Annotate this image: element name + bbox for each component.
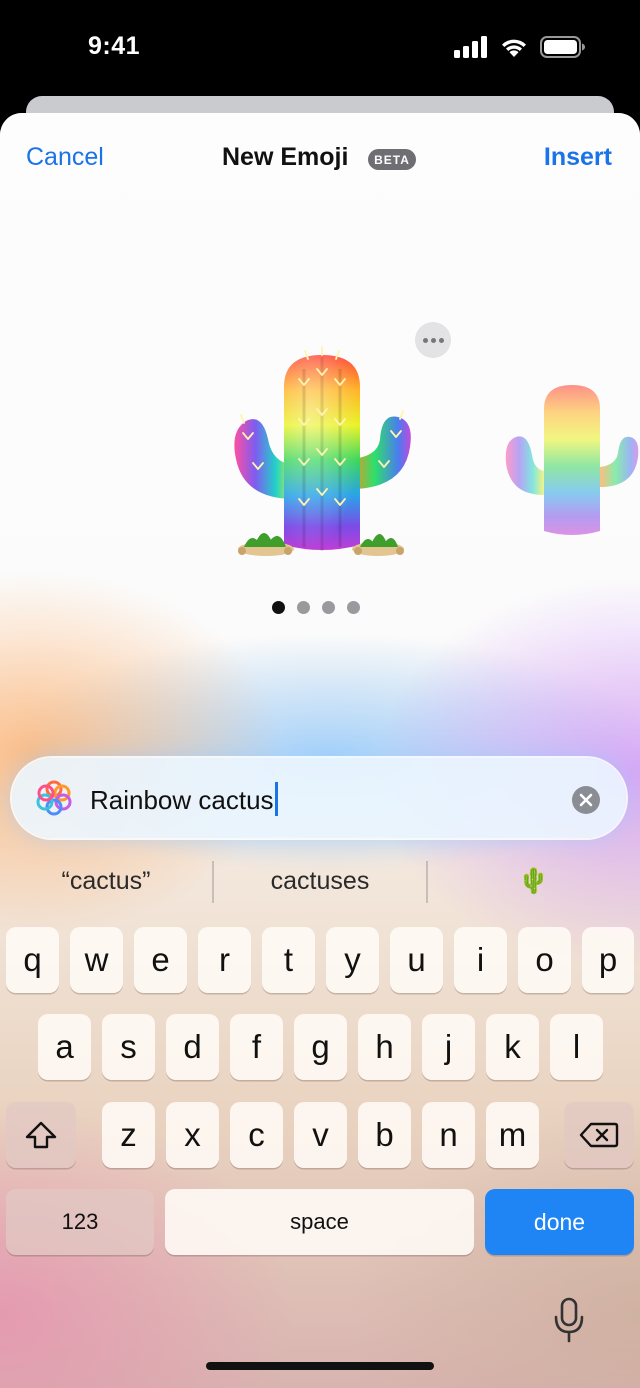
wifi-icon <box>502 39 526 57</box>
page-dot-2[interactable] <box>297 601 310 614</box>
backspace-icon <box>579 1122 619 1148</box>
battery-icon <box>540 36 585 58</box>
status-time: 9:41 <box>88 32 141 60</box>
key-g[interactable]: g <box>294 1014 347 1080</box>
close-icon <box>579 793 593 807</box>
key-k[interactable]: k <box>486 1014 539 1080</box>
key-r[interactable]: r <box>198 927 251 993</box>
shift-key[interactable] <box>6 1102 76 1168</box>
input-value: Rainbow cactus <box>90 782 278 816</box>
key-x[interactable]: x <box>166 1102 219 1168</box>
key-z[interactable]: z <box>102 1102 155 1168</box>
suggestion-2[interactable]: cactuses <box>214 861 426 903</box>
key-d[interactable]: d <box>166 1014 219 1080</box>
page-dot-4[interactable] <box>347 601 360 614</box>
key-e[interactable]: e <box>134 927 187 993</box>
key-n[interactable]: n <box>422 1102 475 1168</box>
key-y[interactable]: y <box>326 927 379 993</box>
key-u[interactable]: u <box>390 927 443 993</box>
clear-text-button[interactable] <box>572 786 600 814</box>
key-i[interactable]: i <box>454 927 507 993</box>
key-v[interactable]: v <box>294 1102 347 1168</box>
cellular-signal-icon <box>454 36 487 58</box>
emoji-description-input[interactable]: Rainbow cactus <box>12 758 626 838</box>
new-emoji-sheet: Cancel New Emoji BETA Insert Rainbow cac… <box>0 113 640 1388</box>
key-o[interactable]: o <box>518 927 571 993</box>
status-icons <box>454 36 586 58</box>
key-p[interactable]: p <box>582 927 634 993</box>
done-key[interactable]: done <box>485 1189 634 1255</box>
key-f[interactable]: f <box>230 1014 283 1080</box>
suggestion-3-emoji[interactable]: 🌵 <box>428 861 640 903</box>
sheet-title: New Emoji <box>222 143 349 171</box>
key-q[interactable]: q <box>6 927 59 993</box>
space-key[interactable]: space <box>165 1189 474 1255</box>
key-b[interactable]: b <box>358 1102 411 1168</box>
key-m[interactable]: m <box>486 1102 539 1168</box>
generated-emoji-cactus-variant[interactable] <box>504 375 640 535</box>
page-dot-3[interactable] <box>322 601 335 614</box>
numbers-key[interactable]: 123 <box>6 1189 154 1255</box>
key-s[interactable]: s <box>102 1014 155 1080</box>
key-j[interactable]: j <box>422 1014 475 1080</box>
page-indicator[interactable] <box>272 601 360 614</box>
key-h[interactable]: h <box>358 1014 411 1080</box>
key-t[interactable]: t <box>262 927 315 993</box>
key-a[interactable]: a <box>38 1014 91 1080</box>
apple-intelligence-icon <box>36 780 72 816</box>
suggestion-1[interactable]: “cactus” <box>0 861 212 903</box>
ellipsis-icon <box>422 337 428 343</box>
key-l[interactable]: l <box>550 1014 603 1080</box>
page-dot-1[interactable] <box>272 601 285 614</box>
microphone-icon[interactable] <box>552 1297 586 1343</box>
predictive-suggestions: “cactus” cactuses 🌵 <box>0 861 640 903</box>
delete-key[interactable] <box>564 1102 634 1168</box>
insert-button[interactable]: Insert <box>544 143 612 172</box>
key-w[interactable]: w <box>70 927 123 993</box>
key-c[interactable]: c <box>230 1102 283 1168</box>
text-caret <box>274 782 278 816</box>
shift-icon <box>25 1121 57 1149</box>
status-bar: 9:41 <box>0 0 640 100</box>
generated-emoji-cactus[interactable] <box>224 339 420 565</box>
more-options-button[interactable] <box>415 322 451 358</box>
cancel-button[interactable]: Cancel <box>26 143 104 172</box>
home-indicator[interactable] <box>206 1362 434 1370</box>
beta-badge: BETA <box>368 149 416 170</box>
